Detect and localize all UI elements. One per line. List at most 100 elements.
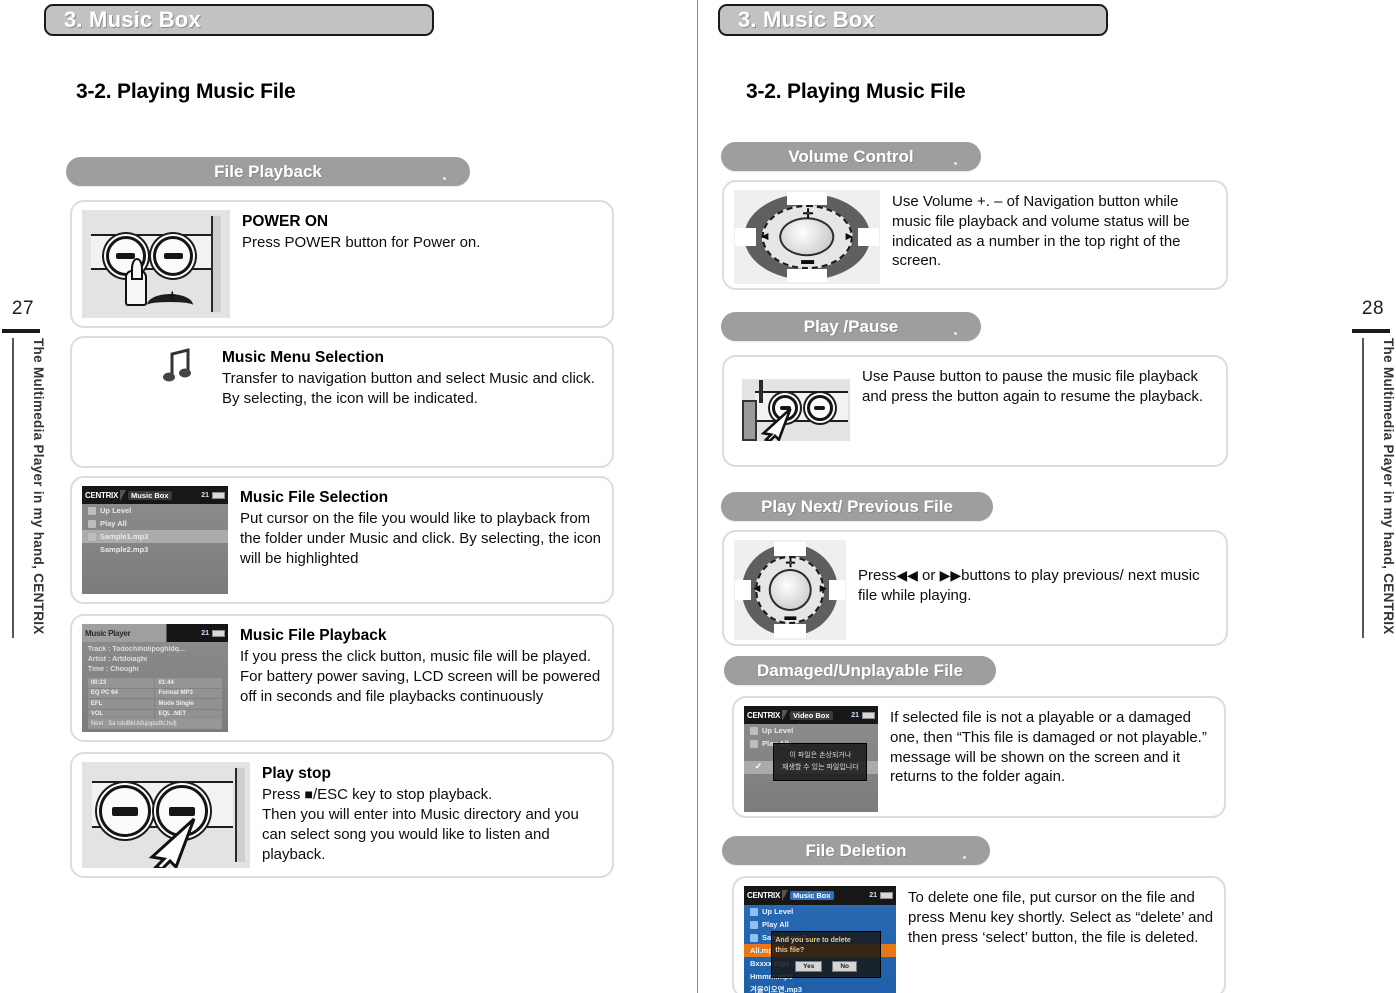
file-icon	[88, 532, 96, 541]
lcd-file-rows: Up Level Play All Sample1.mp3 Sample2.mp…	[82, 504, 228, 556]
list-item: Play All	[82, 517, 228, 530]
folder-icon	[750, 726, 758, 735]
panel-heading: POWER ON	[242, 213, 329, 230]
panel-body: Music File Playback If you press the cli…	[240, 624, 602, 707]
list-item: Up Level	[82, 504, 228, 517]
player-status-grid: 00:23 01:44 EQ PC 64 Format MP3 EFL Mode…	[87, 678, 223, 720]
panel-volume-control: ✛ ▬ ◄ ► Use Volume +. – of Navigation bu…	[722, 180, 1228, 290]
folder-icon	[750, 907, 758, 916]
battery-icon	[862, 711, 875, 719]
thumb-lcd-delete: CENTRIX Music Box 21 Up Level Play All S…	[744, 886, 896, 993]
panel-text: If you press the click button, music fil…	[240, 648, 601, 705]
left-page: 3. Music Box 3-2. Playing Music File Fil…	[0, 0, 697, 993]
panel-text: Put cursor on the file you would like to…	[240, 510, 602, 567]
fast-forward-icon: ▶▶	[939, 567, 962, 583]
play-all-icon	[750, 920, 758, 929]
file-icon	[88, 546, 96, 554]
section-pill-label: File Playback	[214, 161, 322, 181]
battery-icon	[212, 629, 225, 637]
grid-cell: EQL .NET	[155, 709, 223, 720]
section-pill-damaged-unplayable: Damaged/Unplayable File	[724, 656, 996, 685]
panel-text: Use Pause button to pause the music file…	[862, 368, 1204, 405]
prev-arrow-icon: ◄	[750, 581, 763, 595]
panel-body: Music Menu Selection Transfer to navigat…	[222, 346, 602, 409]
panel-music-menu-selection: MusicBox Music Menu Selection Transfer t…	[70, 336, 614, 468]
delete-confirm-dialog: And you sure to delete this file? Yes No	[771, 930, 881, 978]
grid-cell: VOL	[87, 709, 155, 720]
grid-cell: Mode Single	[155, 699, 223, 709]
lcd-brand: CENTRIX	[85, 490, 119, 500]
pill-dot-icon	[954, 332, 957, 335]
list-item: Play All	[744, 918, 896, 931]
list-item: Sample2.mp3	[82, 543, 228, 556]
panel-text: Press ■/ESC key to stop playback. Then y…	[262, 785, 602, 864]
pill-dot-icon	[954, 162, 957, 165]
prev-arrow-icon: ◄	[758, 229, 771, 244]
list-item: 겨울이오면.mp3	[750, 985, 803, 993]
section-pill-label: Play /Pause	[803, 316, 899, 336]
list-item: Up Level	[744, 905, 896, 918]
player-artist-line: Artist : Artdoiaghi	[87, 655, 148, 663]
battery-icon	[212, 491, 225, 499]
lcd-slash-icon	[782, 890, 789, 902]
lcd-brand: CENTRIX	[747, 891, 781, 901]
volume-minus-icon: ▬	[784, 609, 797, 623]
panel-body: Use Pause button to pause the music file…	[862, 365, 1216, 407]
play-stop-pre: Press	[262, 786, 305, 804]
thumb-nav-wheel: ✛ ▬ ◄ ►	[734, 540, 846, 640]
next-arrow-icon: ►	[843, 229, 856, 244]
thumb-device-pause-buttons	[742, 379, 850, 441]
next-arrow-icon: ►	[817, 581, 830, 595]
grid-cell: 01:44	[155, 678, 223, 688]
section-pill-play-next-previous: Play Next/ Previous File	[721, 492, 993, 521]
lcd-slash-icon	[782, 709, 789, 721]
list-item: Up Level	[744, 724, 878, 737]
thumb-device-stop-buttons	[82, 762, 250, 868]
panel-music-file-playback: Music Player 21 Track : Todochiholipoghl…	[70, 614, 614, 742]
folder-icon	[88, 506, 96, 515]
section-pill-volume-control: Volume Control	[721, 142, 981, 171]
volume-minus-icon: ▬	[801, 252, 815, 268]
volume-plus-icon: ✛	[802, 205, 814, 221]
thumb-lcd-music-player: Music Player 21 Track : Todochiholipoghl…	[82, 624, 228, 732]
chapter-banner-label-right: 3. Music Box	[738, 7, 875, 32]
right-page: 3. Music Box 3-2. Playing Music File Vol…	[698, 0, 1396, 993]
lcd-status: 21	[201, 629, 225, 637]
yes-button[interactable]: Yes	[795, 961, 823, 973]
lcd-brand: CENTRIX	[747, 710, 781, 720]
check-icon: ✓	[754, 761, 763, 772]
panel-body: Use Volume +. – of Navigation button whi…	[892, 190, 1216, 271]
player-time-line: Time : Choughi	[87, 665, 139, 673]
lcd-app-name: Music Box	[128, 490, 172, 500]
panel-heading: Music File Selection	[240, 489, 389, 506]
panel-damaged-unplayable: CENTRIX Video Box 21 Up Level Play All ✓	[732, 696, 1226, 818]
no-button[interactable]: No	[832, 961, 858, 973]
dialog-line: 이 파일은 손상되거나	[789, 751, 852, 759]
lcd-battery-label: 21	[201, 491, 209, 499]
panel-text: Transfer to navigation button and select…	[222, 370, 595, 407]
pill-dot-icon	[963, 856, 966, 859]
lcd-status: 21	[869, 892, 893, 900]
play-all-icon	[88, 519, 96, 528]
player-track-line: Track : Todochiholipoghldq...	[87, 645, 185, 653]
rewind-icon: ◀◀	[896, 567, 918, 583]
lcd-battery-label: 21	[201, 629, 209, 637]
lcd-slash-icon	[120, 489, 127, 501]
panel-text: Use Volume +. – of Navigation button whi…	[892, 193, 1190, 270]
dialog-line: And you sure to delete	[775, 936, 851, 944]
panel-body: Play stop Press ■/ESC key to stop playba…	[262, 762, 602, 864]
panel-music-file-selection: CENTRIX Music Box 21 Up Level Play All S…	[70, 476, 614, 604]
dialog-line: this file?	[775, 947, 805, 955]
volume-plus-icon: ✛	[785, 556, 796, 570]
grid-cell: EQ PC 64	[87, 688, 155, 699]
stop-square-icon: ■	[304, 786, 313, 803]
thumb-lcd-damaged: CENTRIX Video Box 21 Up Level Play All ✓	[744, 706, 878, 812]
section-pill-play-pause: Play /Pause	[721, 312, 981, 341]
list-item: Sample1.mp3	[82, 530, 228, 544]
player-title: Music Player	[85, 628, 131, 638]
battery-icon	[880, 892, 893, 900]
panel-body: To delete one file, put cursor on the fi…	[908, 886, 1214, 947]
section-pill-file-playback: File Playback	[66, 157, 470, 186]
dialog-line: 재생할 수 있는 파일입니다	[782, 764, 859, 772]
panel-text: If selected file is not a playable or a …	[890, 709, 1207, 786]
